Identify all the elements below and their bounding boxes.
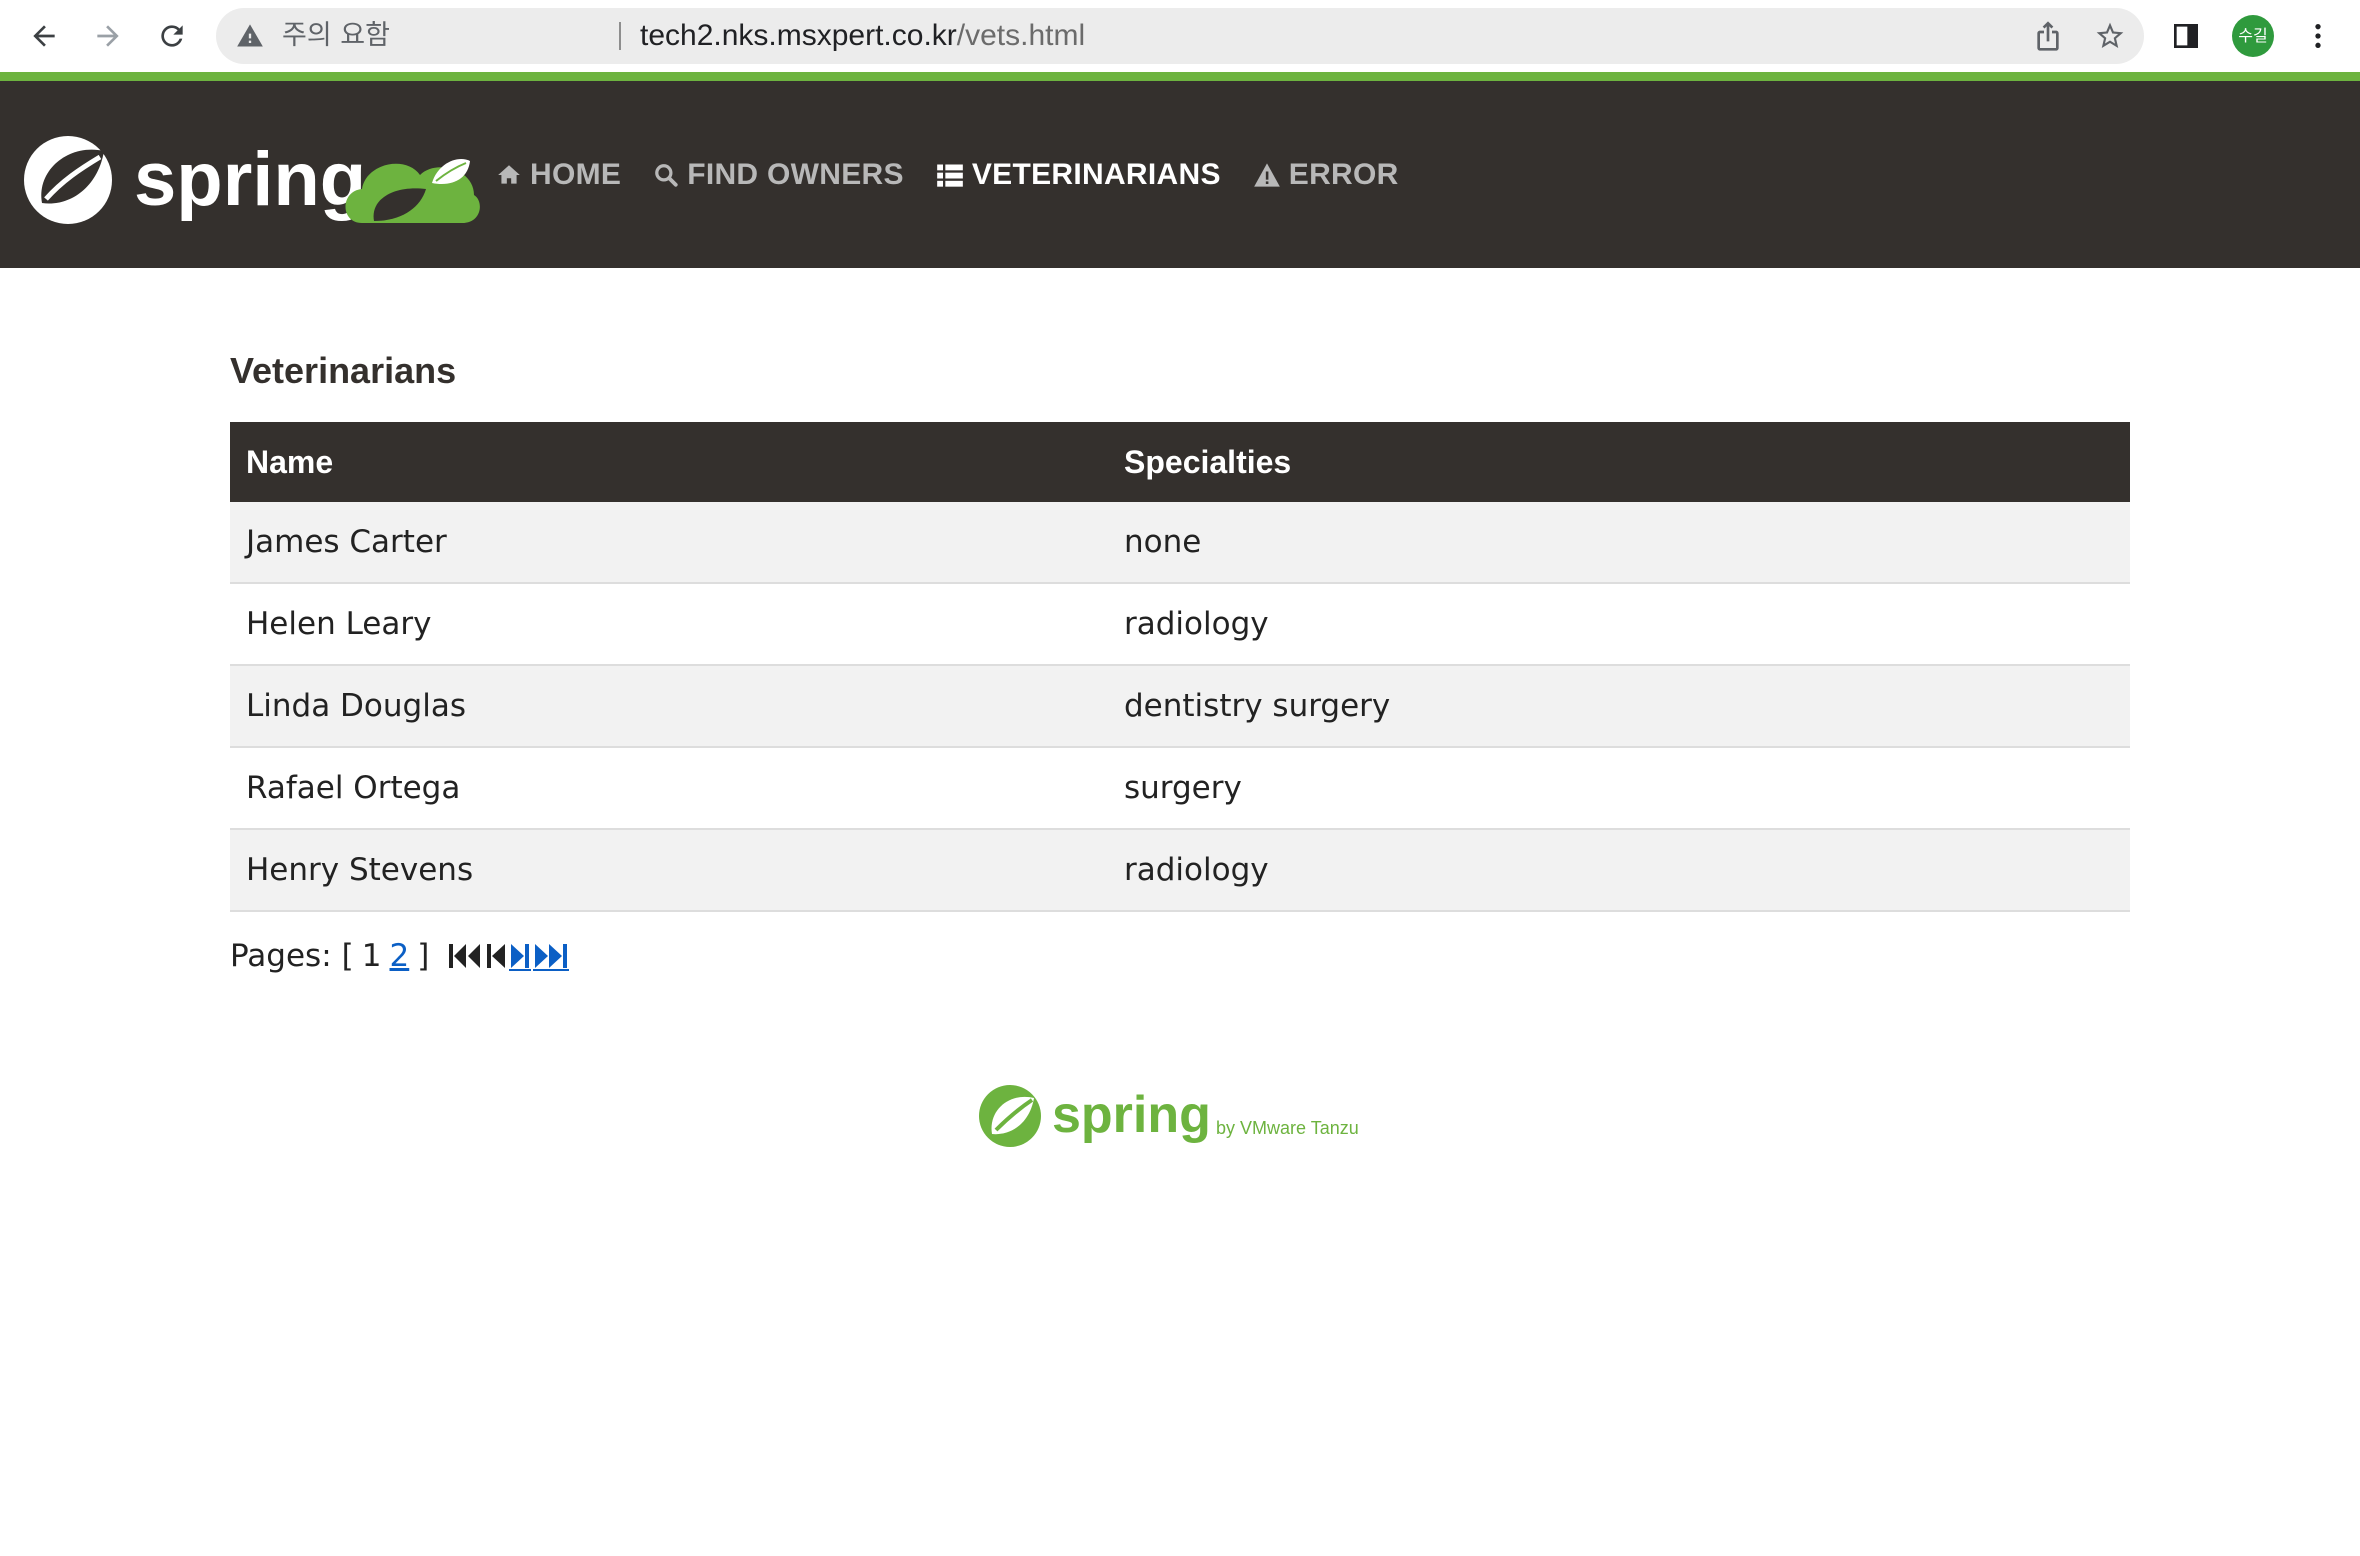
vets-table: Name Specialties James Carter none Helen… [230, 422, 2130, 912]
column-header-specialties: Specialties [1108, 422, 2130, 502]
browser-toolbar: 주의 요함 tech2.nks.msxpert.co.kr/vets.html … [0, 0, 2360, 72]
accent-bar [0, 72, 2360, 81]
last-page-icon[interactable] [533, 941, 570, 971]
nav-find-owners[interactable]: FIND OWNERS [653, 158, 904, 192]
page-2-link[interactable]: 2 [390, 938, 410, 974]
nav-error-label: ERROR [1288, 157, 1399, 191]
main-nav: HOME FIND OWNERS VETERINARIANS ERROR [496, 81, 1431, 268]
spring-petclinic-logo[interactable]: spring [22, 125, 482, 235]
back-button[interactable] [22, 14, 66, 58]
arrow-left-icon [33, 25, 55, 47]
url-path: /vets.html [956, 19, 1086, 52]
list-icon [937, 164, 963, 187]
spring-by-vmware-tanzu-logo: spring by VMware Tanzu [979, 1085, 1359, 1147]
vet-name: Henry Stevens [230, 829, 1108, 912]
pagination-close-bracket: ] [417, 938, 430, 974]
navbar: spring HOME FIND OWNERS VETERINARIANS ER… [0, 81, 2360, 268]
nav-find-owners-label: FIND OWNERS [687, 157, 904, 191]
reload-button[interactable] [150, 14, 194, 58]
reload-icon [161, 25, 183, 47]
table-row: Henry Stevens radiology [230, 829, 2130, 912]
main-content: Veterinarians Name Specialties James Car… [230, 350, 2130, 974]
vet-name: Linda Douglas [230, 665, 1108, 748]
forward-button[interactable] [86, 14, 130, 58]
previous-page-icon [487, 944, 506, 968]
home-icon [498, 164, 520, 184]
warning-icon [1253, 162, 1280, 187]
next-page-icon[interactable] [509, 941, 532, 971]
nav-home[interactable]: HOME [496, 158, 621, 192]
table-row: Rafael Ortega surgery [230, 747, 2130, 830]
more-vert-icon[interactable] [2302, 20, 2334, 52]
current-page: 1 [361, 938, 382, 974]
table-row: Linda Douglas dentistry surgery [230, 665, 2130, 748]
vet-name: Rafael Ortega [230, 747, 1108, 830]
logo-text: spring [134, 137, 366, 222]
vet-specialties: none [1108, 502, 2130, 584]
nav-veterinarians-label: VETERINARIANS [971, 157, 1221, 191]
nav-veterinarians[interactable]: VETERINARIANS [936, 158, 1221, 192]
column-header-name: Name [230, 422, 1108, 502]
warning-icon [237, 24, 263, 47]
side-panel-icon[interactable] [2170, 20, 2202, 52]
vet-name: Helen Leary [230, 583, 1108, 666]
arrow-right-icon [97, 25, 119, 47]
url-host: tech2.nks.msxpert.co.kr [640, 19, 957, 52]
vet-specialties: radiology [1108, 583, 2130, 666]
divider [619, 22, 621, 50]
vet-specialties: radiology [1108, 829, 2130, 912]
pagination-label: Pages: [230, 938, 332, 974]
vet-specialties: dentistry surgery [1108, 665, 2130, 748]
table-row: James Carter none [230, 502, 2130, 584]
vet-name: James Carter [230, 502, 1108, 584]
url-text[interactable]: tech2.nks.msxpert.co.kr/vets.html [640, 8, 1085, 64]
nav-error[interactable]: ERROR [1253, 158, 1399, 192]
search-icon [655, 163, 678, 187]
bookmark-star-icon[interactable] [2094, 20, 2126, 52]
footer-byline: by VMware Tanzu [1216, 1118, 1359, 1138]
profile-avatar[interactable]: 수길 [2232, 15, 2274, 57]
share-icon[interactable] [2032, 20, 2064, 52]
first-page-icon [449, 944, 481, 968]
table-header-row: Name Specialties [230, 422, 2130, 502]
security-status[interactable]: 주의 요함 [282, 8, 390, 64]
address-bar[interactable]: 주의 요함 tech2.nks.msxpert.co.kr/vets.html [216, 8, 2144, 64]
page-title: Veterinarians [230, 350, 457, 391]
table-row: Helen Leary radiology [230, 583, 2130, 666]
footer-brand-text: spring [1052, 1086, 1211, 1144]
nav-home-label: HOME [530, 157, 622, 191]
pagination-open-bracket: [ [341, 938, 354, 974]
pagination: Pages: [ 1 2 ] [230, 938, 2130, 974]
vet-specialties: surgery [1108, 747, 2130, 830]
